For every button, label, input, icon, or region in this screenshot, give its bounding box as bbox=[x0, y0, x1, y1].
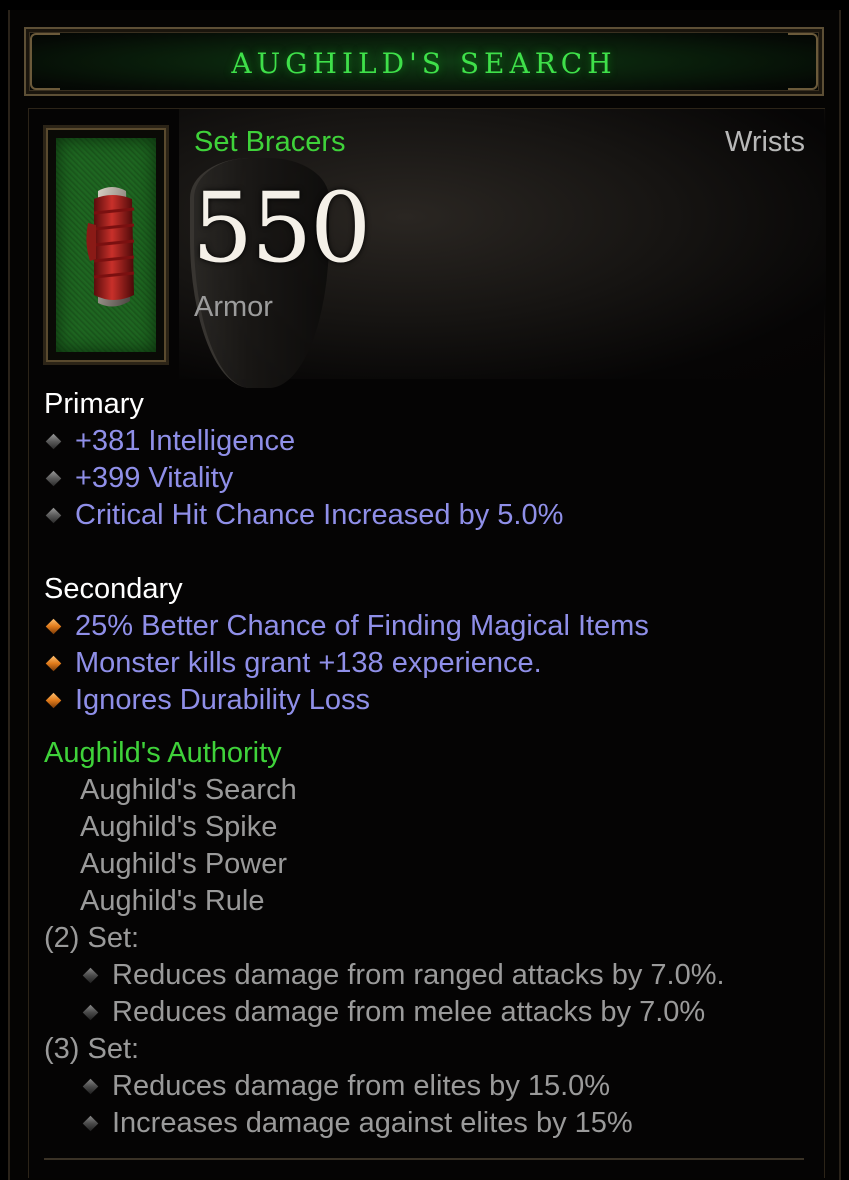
item-title-banner: AUGHILD'S SEARCH bbox=[24, 27, 824, 96]
set-piece: Aughild's Rule bbox=[80, 885, 265, 917]
set-bonus-effect: Reduces damage from elites by 15.0% bbox=[112, 1070, 611, 1102]
primary-stat: +381 Intelligence bbox=[75, 425, 296, 457]
primary-stat: Critical Hit Chance Increased by 5.0% bbox=[75, 499, 564, 531]
bracer-icon bbox=[86, 187, 135, 307]
divider bbox=[44, 1158, 804, 1160]
armor-value: 550 bbox=[192, 172, 371, 284]
secondary-stat: 25% Better Chance of Finding Magical Ite… bbox=[75, 610, 649, 642]
item-slot-label: Wrists bbox=[724, 126, 805, 158]
set-piece: Aughild's Search bbox=[80, 774, 297, 806]
primary-stat: +399 Vitality bbox=[75, 462, 234, 494]
set-piece: Aughild's Spike bbox=[80, 811, 278, 843]
item-icon-background bbox=[56, 138, 156, 352]
set-bonus-effect: Increases damage against elites by 15% bbox=[112, 1107, 633, 1139]
set-name: Aughild's Authority bbox=[44, 737, 282, 769]
item-type: Set Bracers bbox=[194, 126, 346, 158]
item-icon-slot bbox=[43, 125, 169, 365]
item-name: AUGHILD'S SEARCH bbox=[231, 47, 617, 80]
set-piece: Aughild's Power bbox=[80, 848, 288, 880]
secondary-stat: Monster kills grant +138 experience. bbox=[75, 647, 542, 679]
set-bonus-label: (2) Set: bbox=[44, 922, 140, 954]
secondary-heading: Secondary bbox=[44, 573, 183, 605]
secondary-stat: Ignores Durability Loss bbox=[75, 684, 370, 716]
armor-label: Armor bbox=[194, 291, 273, 323]
set-bonus-label: (3) Set: bbox=[44, 1033, 140, 1065]
set-bonus-effect: Reduces damage from melee attacks by 7.0… bbox=[112, 996, 706, 1028]
primary-heading: Primary bbox=[44, 388, 144, 420]
set-bonus-effect: Reduces damage from ranged attacks by 7.… bbox=[112, 959, 725, 991]
